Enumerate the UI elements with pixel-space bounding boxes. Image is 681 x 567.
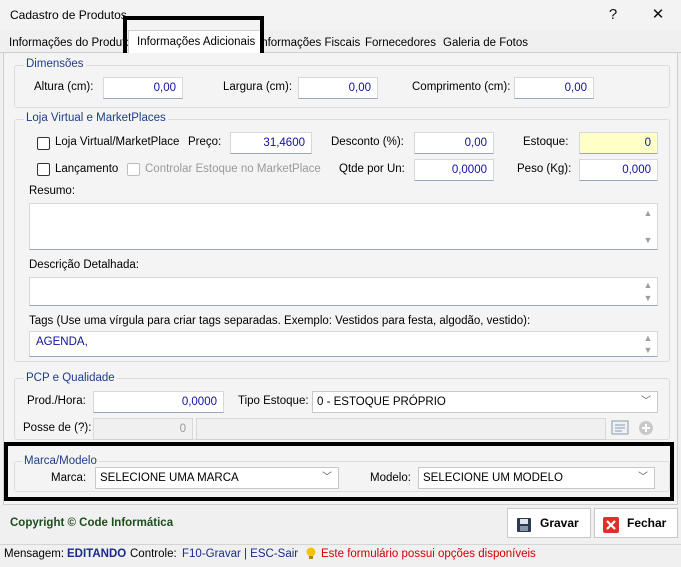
group-title-pcp: PCP e Qualidade xyxy=(24,372,117,384)
help-button[interactable]: ? xyxy=(593,4,633,26)
tags-label: Tags (Use uma vírgula para criar tags se… xyxy=(29,315,531,327)
group-title-dimensoes: Dimensões xyxy=(24,58,86,70)
mensagem-value: EDITANDO xyxy=(67,548,127,560)
loja-virtual-checkbox[interactable] xyxy=(37,137,50,150)
tab-informacoes-produto[interactable]: Informações do Produto xyxy=(6,33,135,53)
scroll-up-icon[interactable]: ▲ xyxy=(643,280,653,290)
comprimento-input[interactable]: 0,00 xyxy=(514,77,594,99)
resumo-label: Resumo: xyxy=(29,185,76,197)
status-bar: Mensagem: EDITANDO Controle: F10-Gravar … xyxy=(0,544,681,563)
loja-virtual-label: Loja Virtual/MarketPlace xyxy=(55,136,180,148)
info-message: Este formulário possui opções disponívei… xyxy=(321,548,536,560)
fechar-label: Fechar xyxy=(627,516,667,530)
resumo-textarea[interactable]: ▲ ▼ xyxy=(29,203,658,250)
prod-hora-input[interactable]: 0,0000 xyxy=(93,391,224,413)
qtde-label: Qtde por Un: xyxy=(339,163,405,175)
largura-input[interactable]: 0,00 xyxy=(298,77,378,99)
gravar-label: Gravar xyxy=(540,516,579,530)
gravar-button[interactable]: Gravar xyxy=(507,508,591,538)
scroll-down-icon[interactable]: ▼ xyxy=(643,345,653,355)
prod-hora-label: Prod./Hora: xyxy=(27,395,86,407)
lightbulb-icon xyxy=(305,547,317,561)
tags-text: AGENDA, xyxy=(36,336,88,348)
desconto-input[interactable]: 0,00 xyxy=(414,132,494,154)
window-title: Cadastro de Produtos xyxy=(10,8,127,22)
tags-textarea[interactable]: AGENDA, ▲ ▼ xyxy=(29,331,658,357)
lancamento-label: Lançamento xyxy=(55,163,119,175)
desconto-label: Desconto (%): xyxy=(331,136,404,148)
largura-label: Largura (cm): xyxy=(223,81,293,93)
altura-label: Altura (cm): xyxy=(34,81,94,93)
posse-name-input xyxy=(196,418,606,440)
lancamento-checkbox[interactable] xyxy=(37,163,50,176)
scroll-up-icon[interactable]: ▲ xyxy=(643,208,653,218)
scroll-down-icon[interactable]: ▼ xyxy=(643,235,653,245)
mensagem-label: Mensagem: xyxy=(4,548,65,560)
comprimento-label: Comprimento (cm): xyxy=(412,81,511,93)
posse-label: Posse de (?): xyxy=(23,422,92,434)
tipo-estoque-label: Tipo Estoque: xyxy=(238,395,309,407)
altura-input[interactable]: 0,00 xyxy=(103,77,183,99)
group-title-loja-virtual: Loja Virtual e MarketPlaces xyxy=(24,112,168,124)
qtde-input[interactable]: 0,0000 xyxy=(414,159,494,181)
add-icon[interactable] xyxy=(638,420,654,436)
peso-label: Peso (Kg): xyxy=(517,163,572,175)
tipo-estoque-select[interactable]: 0 - ESTOQUE PRÓPRIO ﹀ xyxy=(312,391,658,413)
tipo-estoque-value: 0 - ESTOQUE PRÓPRIO xyxy=(317,396,446,408)
scroll-up-icon[interactable]: ▲ xyxy=(643,333,653,343)
tab-fornecedores[interactable]: Fornecedores xyxy=(362,33,439,53)
preco-label: Preço: xyxy=(188,136,222,148)
close-icon xyxy=(603,515,619,533)
controle-value: F10-Gravar | ESC-Sair xyxy=(182,548,299,560)
fechar-button[interactable]: Fechar xyxy=(594,508,678,538)
tab-informacoes-fiscais[interactable]: Informações Fiscais xyxy=(255,33,363,53)
descricao-textarea[interactable]: ▲ ▼ xyxy=(29,277,658,306)
scroll-down-icon[interactable]: ▼ xyxy=(643,293,653,303)
descricao-label: Descrição Detalhada: xyxy=(29,259,139,271)
posse-code-input[interactable]: 0 xyxy=(93,418,193,440)
controle-label: Controle: xyxy=(130,548,177,560)
tab-galeria-fotos[interactable]: Galeria de Fotos xyxy=(440,33,531,53)
estoque-input[interactable]: 0 xyxy=(579,132,658,154)
controlar-estoque-label: Controlar Estoque no MarketPlace xyxy=(145,163,321,175)
copyright-text: Copyright © Code Informática xyxy=(10,517,174,529)
close-window-button[interactable]: ✕ xyxy=(638,4,678,26)
peso-input[interactable]: 0,000 xyxy=(579,159,658,181)
save-icon xyxy=(516,515,532,532)
controlar-estoque-checkbox[interactable] xyxy=(127,163,140,176)
marca-modelo-highlight-box xyxy=(4,442,674,501)
estoque-label: Estoque: xyxy=(523,136,569,148)
chevron-down-icon: ﹀ xyxy=(641,396,651,407)
preco-input[interactable]: 31,4600 xyxy=(230,132,312,154)
search-list-icon[interactable] xyxy=(611,420,629,435)
